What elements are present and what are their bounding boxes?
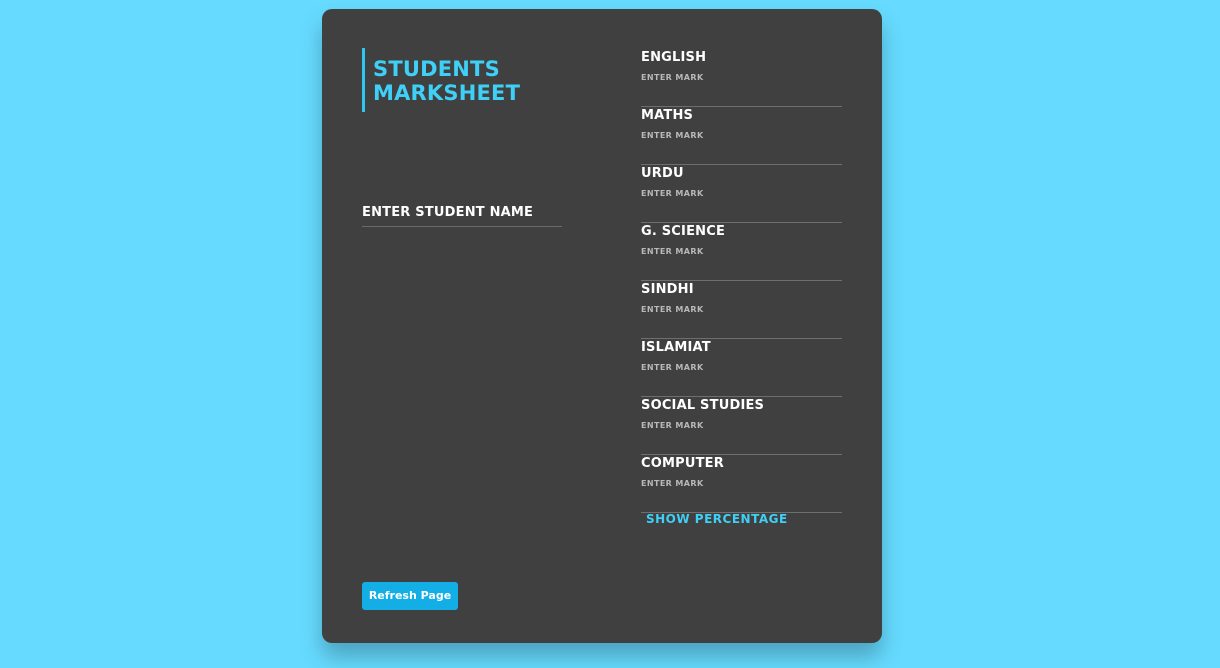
show-percentage-button[interactable]: SHOW PERCENTAGE xyxy=(646,512,788,526)
page-title: STUDENTS MARKSHEET xyxy=(362,48,520,112)
title-line-2: MARKSHEET xyxy=(373,81,521,105)
subject-islamiat: ISLAMIAT xyxy=(641,339,842,397)
mark-input-urdu[interactable] xyxy=(641,189,836,198)
subject-g-science: G. SCIENCE xyxy=(641,223,842,281)
mark-input-computer[interactable] xyxy=(641,479,836,488)
subject-label: COMPUTER xyxy=(641,456,724,471)
mark-input-english[interactable] xyxy=(641,73,836,82)
title-line-1: STUDENTS xyxy=(373,57,500,81)
mark-input-g-science[interactable] xyxy=(641,247,836,256)
marksheet-card: STUDENTS MARKSHEET ENTER STUDENT NAME EN… xyxy=(322,9,882,643)
subjects-list: ENGLISH MATHS URDU G. SCIENCE SINDHI ISL… xyxy=(641,49,842,513)
subject-label: SINDHI xyxy=(641,282,694,297)
mark-input-islamiat[interactable] xyxy=(641,363,836,372)
mark-input-maths[interactable] xyxy=(641,131,836,140)
subject-label: ISLAMIAT xyxy=(641,340,711,355)
subject-label: MATHS xyxy=(641,108,694,123)
subject-label: SOCIAL STUDIES xyxy=(641,398,765,413)
refresh-page-button[interactable]: Refresh Page xyxy=(362,582,458,610)
subject-sindhi: SINDHI xyxy=(641,281,842,339)
subject-urdu: URDU xyxy=(641,165,842,223)
subject-label: URDU xyxy=(641,166,684,181)
subject-english: ENGLISH xyxy=(641,49,842,107)
subject-social-studies: SOCIAL STUDIES xyxy=(641,397,842,455)
mark-input-social-studies[interactable] xyxy=(641,421,836,430)
mark-input-sindhi[interactable] xyxy=(641,305,836,314)
subject-label: ENGLISH xyxy=(641,50,707,65)
subject-computer: COMPUTER xyxy=(641,455,842,513)
student-name-field[interactable]: ENTER STUDENT NAME xyxy=(362,201,562,227)
subject-maths: MATHS xyxy=(641,107,842,165)
subject-label: G. SCIENCE xyxy=(641,224,726,239)
student-name-label[interactable]: ENTER STUDENT NAME xyxy=(362,205,533,220)
